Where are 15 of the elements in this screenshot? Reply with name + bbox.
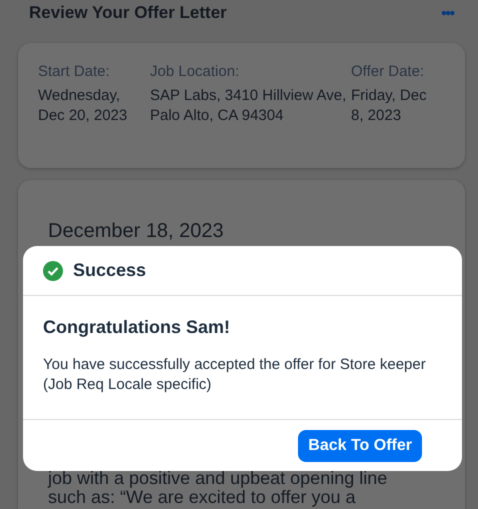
letter-text: job with a positive and upbeat opening line bbox=[48, 469, 388, 488]
back-to-offer-button[interactable]: Back To Offer bbox=[298, 430, 422, 462]
letter-text: such as: “We are excited to offer you a bbox=[48, 488, 356, 507]
field-value: SAP Labs, 3410 Hillview Ave, Palo Alto, CA 94304 bbox=[150, 86, 348, 126]
dialog-heading: Congratulations Sam! bbox=[43, 317, 232, 338]
letter-date: December 18, 2023 bbox=[48, 220, 225, 243]
dialog-message: You have successfully accepted the offer for Store keeper (Job Req Locale specific) bbox=[43, 355, 427, 395]
field-label: Start Date: bbox=[38, 63, 111, 80]
field-value: Wednesday, Dec 20, 2023 bbox=[38, 86, 128, 126]
page-title: Review Your Offer Letter bbox=[29, 3, 227, 23]
success-check-icon bbox=[43, 260, 63, 280]
field-value: Friday, Dec 8, 2023 bbox=[351, 86, 428, 126]
field-label: Offer Date: bbox=[351, 63, 426, 80]
field-label: Job Location: bbox=[150, 63, 240, 80]
dialog-title: Success bbox=[73, 260, 146, 281]
